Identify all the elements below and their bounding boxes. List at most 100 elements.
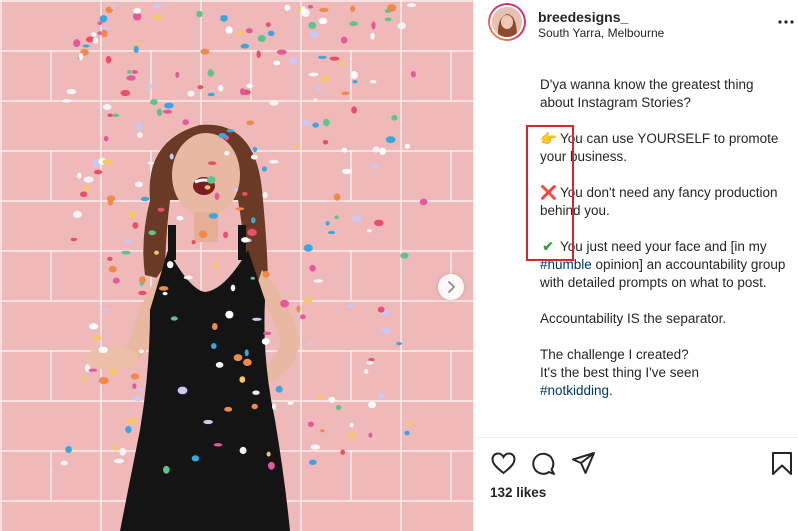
confetti-piece — [239, 376, 246, 383]
confetti-piece — [135, 124, 143, 131]
confetti-piece — [368, 401, 376, 409]
confetti-piece — [257, 34, 266, 43]
confetti-piece — [164, 102, 174, 109]
confetti-piece — [378, 393, 385, 399]
comment-button[interactable] — [528, 448, 558, 478]
confetti-piece — [327, 230, 336, 235]
confetti-piece — [242, 191, 248, 196]
confetti-piece — [121, 250, 131, 255]
confetti-piece — [134, 181, 143, 188]
confetti-piece — [407, 3, 416, 8]
confetti-piece — [132, 222, 139, 229]
confetti-piece — [337, 61, 346, 66]
post-photo — [0, 0, 473, 531]
confetti-piece — [232, 187, 239, 192]
confetti-piece — [230, 284, 236, 292]
confetti-piece — [183, 275, 193, 280]
confetti-piece — [207, 69, 214, 77]
confetti-piece — [224, 150, 230, 156]
confetti-piece — [252, 317, 262, 321]
confetti-piece — [368, 432, 373, 438]
likes-count[interactable]: 132 likes — [490, 485, 546, 500]
confetti-piece — [296, 305, 301, 313]
confetti-piece — [147, 83, 152, 90]
confetti-piece — [349, 422, 354, 428]
confetti-piece — [81, 376, 86, 382]
confetti-piece — [284, 4, 291, 11]
confetti-piece — [384, 17, 392, 22]
confetti-piece — [169, 153, 174, 160]
caption-accountability: Accountability IS the separator. — [540, 311, 727, 326]
chevron-right-icon — [448, 281, 456, 293]
like-button[interactable] — [488, 448, 518, 478]
photo-scene — [60, 3, 428, 531]
confetti-piece — [307, 421, 314, 428]
confetti-piece — [73, 39, 81, 47]
confetti-piece — [319, 7, 329, 13]
hashtag-notkidding-link[interactable]: #notkidding. — [540, 383, 613, 398]
confetti-piece — [250, 154, 258, 160]
confetti-piece — [287, 401, 294, 405]
confetti-piece — [269, 159, 279, 164]
more-options-button[interactable] — [776, 12, 796, 32]
confetti-piece — [84, 185, 90, 191]
confetti-piece — [170, 316, 178, 321]
confetti-piece — [320, 429, 325, 433]
confetti-piece — [207, 161, 217, 166]
confetti-piece — [98, 377, 109, 385]
confetti-piece — [89, 323, 99, 330]
confetti-piece — [404, 430, 410, 436]
confetti-piece — [301, 120, 310, 126]
confetti-piece — [273, 60, 281, 66]
confetti-piece — [318, 55, 327, 59]
confetti-piece — [387, 4, 397, 12]
avatar-photo — [492, 7, 522, 37]
confetti-piece — [313, 279, 324, 283]
caption-challenge-question: The challenge I created? — [540, 347, 689, 362]
confetti-piece — [102, 159, 112, 165]
confetti-piece — [163, 465, 170, 474]
confetti-piece — [162, 291, 168, 296]
confetti-piece — [303, 297, 313, 304]
confetti-piece — [206, 176, 216, 184]
confetti-piece — [288, 57, 298, 65]
caption-point-3: ✔ You just need your face and [in my #hum… — [540, 238, 790, 292]
confetti-piece — [70, 237, 78, 242]
confetti-piece — [139, 281, 144, 286]
confetti-piece — [240, 43, 250, 49]
confetti-piece — [138, 290, 147, 296]
confetti-piece — [111, 4, 116, 10]
confetti-piece — [112, 277, 120, 284]
confetti-piece — [371, 21, 376, 30]
share-button[interactable] — [568, 448, 598, 478]
confetti-piece — [133, 396, 143, 402]
confetti-piece — [133, 45, 139, 54]
confetti-piece — [247, 228, 257, 236]
confetti-piece — [150, 99, 158, 105]
confetti-piece — [191, 455, 200, 462]
confetti-piece — [61, 99, 72, 103]
confetti-piece — [310, 444, 320, 450]
confetti-piece — [308, 459, 317, 465]
username-link[interactable]: breedesigns_ — [538, 9, 628, 25]
post-header: breedesigns_ South Yarra, Melbourne — [474, 0, 798, 48]
confetti-piece — [322, 140, 329, 145]
confetti-piece — [120, 89, 131, 97]
confetti-piece — [241, 237, 250, 243]
confetti-piece — [127, 417, 137, 424]
confetti-piece — [369, 80, 377, 84]
confetti-piece — [309, 72, 318, 77]
confetti-piece — [333, 193, 341, 201]
confetti-piece — [226, 129, 235, 133]
confetti-piece — [218, 133, 227, 139]
confetti-piece — [349, 21, 359, 27]
location-link[interactable]: South Yarra, Melbourne — [538, 26, 664, 40]
next-photo-button[interactable] — [438, 274, 464, 300]
confetti-piece — [148, 230, 156, 236]
save-button[interactable] — [767, 448, 797, 478]
confetti-piece — [203, 419, 213, 425]
confetti-piece — [410, 71, 416, 78]
avatar[interactable] — [488, 3, 526, 41]
heart-icon — [490, 451, 516, 474]
post-actions — [474, 448, 798, 480]
